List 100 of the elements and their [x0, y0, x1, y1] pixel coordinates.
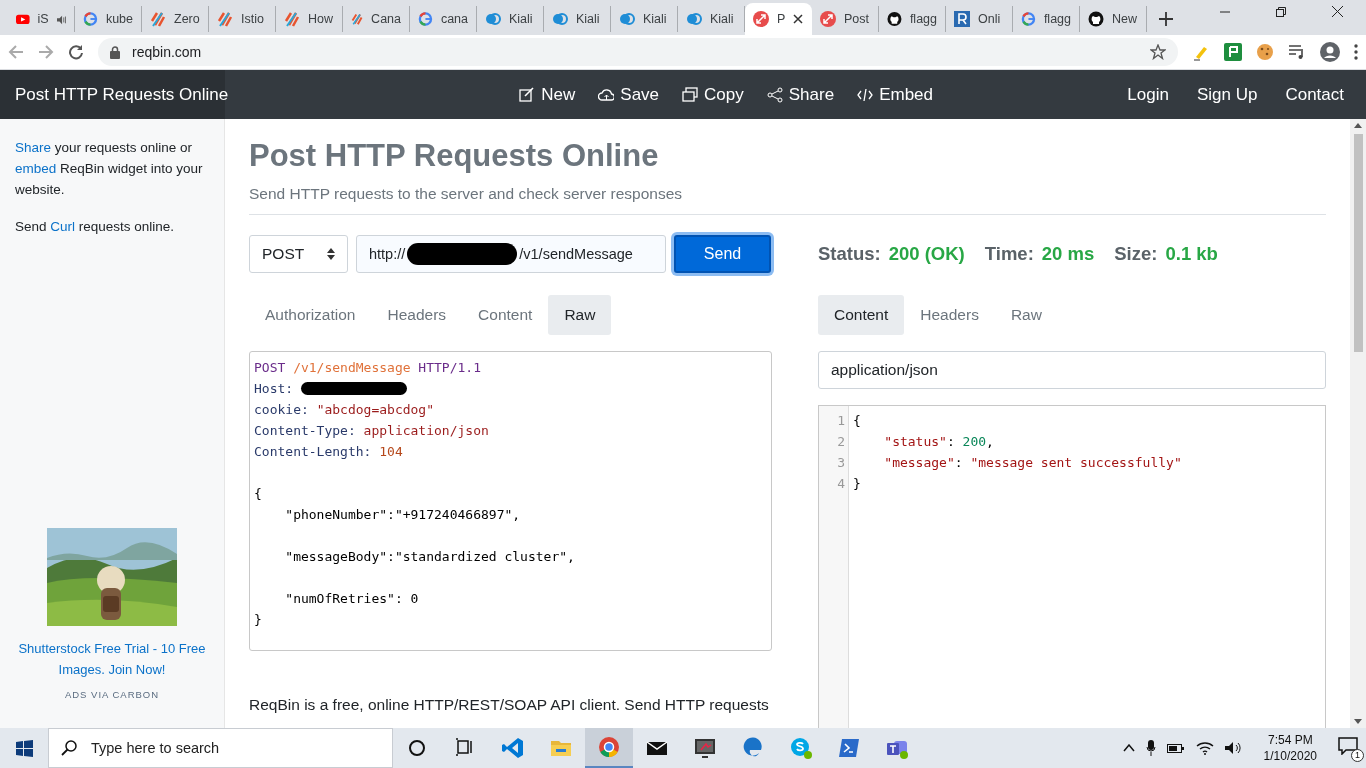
- nav-link[interactable]: Sign Up: [1196, 84, 1258, 105]
- ad-link[interactable]: Shutterstock Free Trial - 10 Free Images. Join Now!: [17, 638, 207, 680]
- response-tab[interactable]: Content: [818, 295, 905, 335]
- volume-icon[interactable]: [1224, 741, 1243, 755]
- scroll-up-icon[interactable]: [1354, 123, 1362, 128]
- close-icon[interactable]: [1332, 6, 1343, 17]
- status-value: 20 ms: [1041, 243, 1095, 265]
- edit-icon: [519, 86, 536, 103]
- scroll-down-icon[interactable]: [1354, 719, 1362, 724]
- code-line: Content-Type: application/json: [254, 422, 489, 440]
- code-line: cookie: "abcdog=abcdog": [254, 401, 435, 419]
- browser-tab[interactable]: Cana: [343, 6, 410, 32]
- arrows-logo-icon: [820, 11, 836, 27]
- page-title: Post HTTP Requests Online: [249, 137, 660, 175]
- chevron-up-icon[interactable]: [1122, 744, 1135, 752]
- browser-tab[interactable]: P: [745, 3, 812, 35]
- toolbar-action[interactable]: Save: [598, 84, 660, 105]
- line-number: 2: [836, 433, 846, 451]
- text-link[interactable]: Curl: [50, 219, 76, 234]
- browser-tab[interactable]: Kiali: [477, 6, 544, 32]
- profile-icon[interactable]: [1320, 42, 1340, 62]
- request-editor[interactable]: [249, 351, 772, 651]
- browser-tab[interactable]: kube: [75, 6, 142, 32]
- microphone-icon[interactable]: [1145, 740, 1156, 756]
- cookie-icon[interactable]: [1256, 43, 1274, 61]
- browser-tab[interactable]: flagg: [1013, 6, 1080, 32]
- code-line: "messageBody":"standardized cluster",: [284, 548, 575, 566]
- stripes-logo-icon: [217, 11, 233, 27]
- browser-tab[interactable]: Istio: [209, 6, 276, 32]
- status-label: Size:: [1114, 243, 1158, 265]
- about-text: ReqBin is a free, online HTTP/REST/SOAP API client. Send HTTP requests: [249, 695, 770, 715]
- response-tab[interactable]: Raw: [994, 295, 1058, 335]
- taskbar-search-field[interactable]: Type here to search: [48, 728, 393, 768]
- copy-icon: [682, 86, 699, 103]
- status-value: 0.1 kb: [1165, 243, 1218, 265]
- request-tab[interactable]: Headers: [371, 295, 463, 335]
- browser-tab[interactable]: Post: [812, 6, 879, 32]
- star-icon[interactable]: [1150, 44, 1166, 60]
- toolbar-action[interactable]: Embed: [857, 84, 933, 105]
- ad-footer: ADS VIA CARBON: [64, 684, 160, 705]
- clock[interactable]: 7:54 PM 1/10/2020: [1263, 732, 1317, 764]
- address-bar[interactable]: reqbin.com: [98, 38, 1178, 66]
- status-label: Status:: [818, 243, 881, 265]
- code-line: "message": "message sent successfully": [883, 454, 1182, 472]
- windows-logo-icon[interactable]: [15, 739, 33, 757]
- g-logo-icon: [83, 11, 98, 27]
- method-select[interactable]: POST: [249, 235, 348, 273]
- g-logo-icon: [1021, 11, 1036, 27]
- circles-logo-icon: [619, 11, 635, 27]
- notification-count: 1: [1351, 749, 1364, 762]
- code-line: "numOfRetries": 0: [284, 590, 419, 608]
- media-queue-icon[interactable]: [1288, 44, 1306, 60]
- letter-logo-icon: [954, 11, 970, 27]
- g-logo-icon: [418, 11, 433, 27]
- request-tab[interactable]: Raw: [548, 295, 612, 335]
- octocat-logo-icon: [1088, 11, 1104, 27]
- code-line: POST /v1/sendMessage HTTP/1.1: [254, 359, 481, 377]
- browser-tab[interactable]: New: [1080, 6, 1147, 32]
- browser-tab[interactable]: Onli: [946, 6, 1013, 32]
- toolbar-action[interactable]: Share: [766, 84, 835, 105]
- chrome-icon: [597, 735, 621, 759]
- browser-tab[interactable]: Zero: [142, 6, 209, 32]
- battery-icon[interactable]: [1166, 742, 1185, 754]
- stripes-logo-icon: [351, 11, 364, 27]
- text-link[interactable]: Share: [15, 140, 52, 155]
- response-tab[interactable]: Headers: [904, 295, 995, 335]
- wifi-icon[interactable]: [1195, 741, 1214, 755]
- code-line: {: [853, 412, 862, 430]
- line-number: 4: [836, 475, 846, 493]
- send-button[interactable]: Send: [674, 235, 771, 273]
- toolbar-action[interactable]: New: [519, 84, 576, 105]
- restore-icon[interactable]: [1276, 6, 1286, 17]
- skype-icon: [789, 736, 813, 760]
- code-line: {: [254, 485, 262, 503]
- sidebar-text: Send Curl requests online.: [15, 218, 176, 236]
- menu-icon[interactable]: [1354, 44, 1358, 60]
- browser-tab[interactable]: Kiali: [611, 6, 678, 32]
- line-number: 1: [836, 412, 846, 430]
- nav-link[interactable]: Login: [1127, 84, 1169, 105]
- monitor-app-icon: [693, 736, 717, 760]
- search-icon: [61, 740, 77, 756]
- url-field[interactable]: http:// /v1/sendMessage: [356, 235, 666, 273]
- reload-icon[interactable]: [68, 44, 84, 60]
- new-tab-icon[interactable]: [1159, 12, 1173, 26]
- scrollbar-thumb[interactable]: [1353, 134, 1363, 352]
- browser-tab[interactable]: cana: [410, 6, 477, 32]
- browser-tab[interactable]: flagg: [879, 6, 946, 32]
- sheet-extension-icon[interactable]: [1224, 43, 1242, 61]
- cloud-icon: [598, 86, 615, 103]
- browser-tab[interactable]: iS: [8, 6, 75, 32]
- request-tab[interactable]: Authorization: [249, 295, 372, 335]
- request-tab[interactable]: Content: [462, 295, 549, 335]
- toolbar-action[interactable]: Copy: [682, 84, 744, 105]
- browser-tab[interactable]: Kiali: [544, 6, 611, 32]
- text-link[interactable]: embed: [15, 161, 57, 176]
- nav-link[interactable]: Contact: [1285, 84, 1344, 105]
- circles-logo-icon: [485, 11, 501, 27]
- browser-tab[interactable]: How: [276, 6, 343, 32]
- lock-icon: [110, 45, 120, 59]
- close-icon[interactable]: [793, 14, 804, 24]
